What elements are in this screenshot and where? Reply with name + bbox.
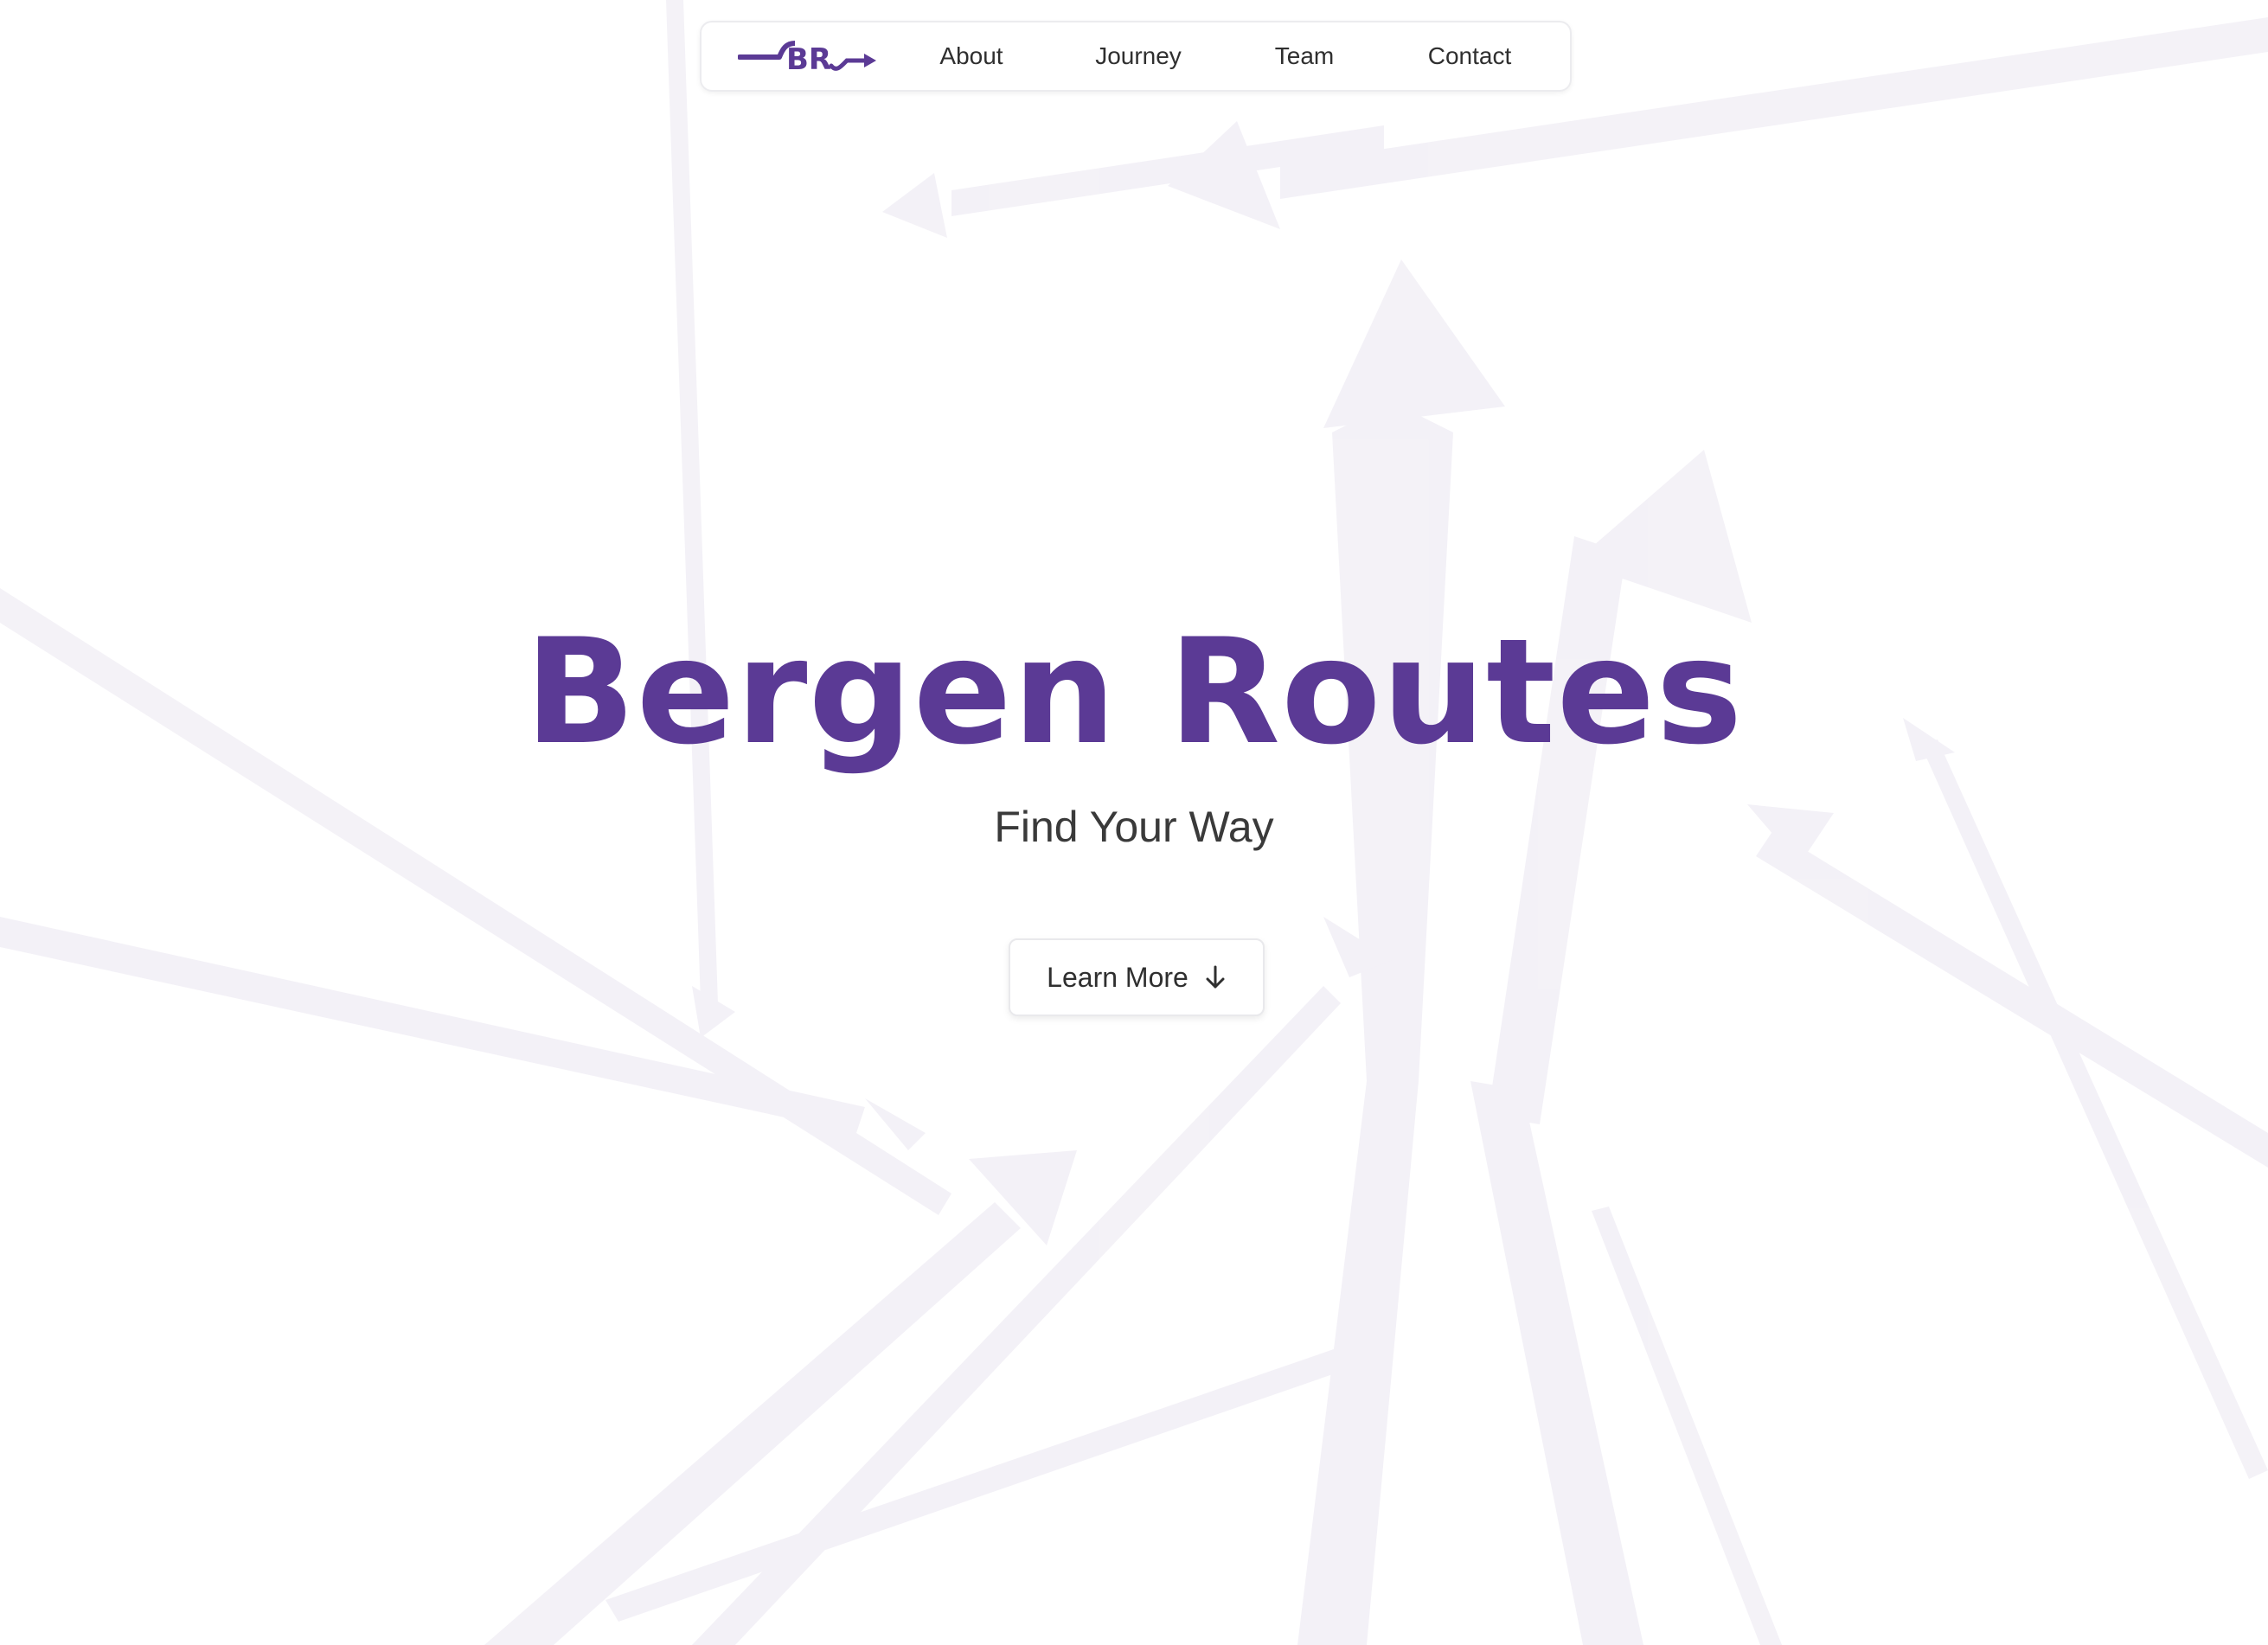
svg-text:BR: BR <box>786 42 831 74</box>
nav-link-about[interactable]: About <box>939 41 1003 72</box>
brand-logo[interactable]: BR <box>737 40 876 77</box>
learn-more-label: Learn More <box>1047 961 1188 993</box>
learn-more-button[interactable]: Learn More <box>1009 938 1265 1016</box>
top-navbar: BR About Journey Team Contact <box>700 21 1572 92</box>
arrow-down-icon <box>1206 965 1225 989</box>
logo-mark-icon: BR <box>737 41 876 77</box>
nav-link-team[interactable]: Team <box>1275 41 1334 72</box>
nav-link-contact[interactable]: Contact <box>1428 41 1512 72</box>
nav-link-journey[interactable]: Journey <box>1095 41 1182 72</box>
hero-subtitle: Find Your Way <box>994 803 1274 851</box>
hero-title: Bergen Routes <box>524 607 1744 777</box>
